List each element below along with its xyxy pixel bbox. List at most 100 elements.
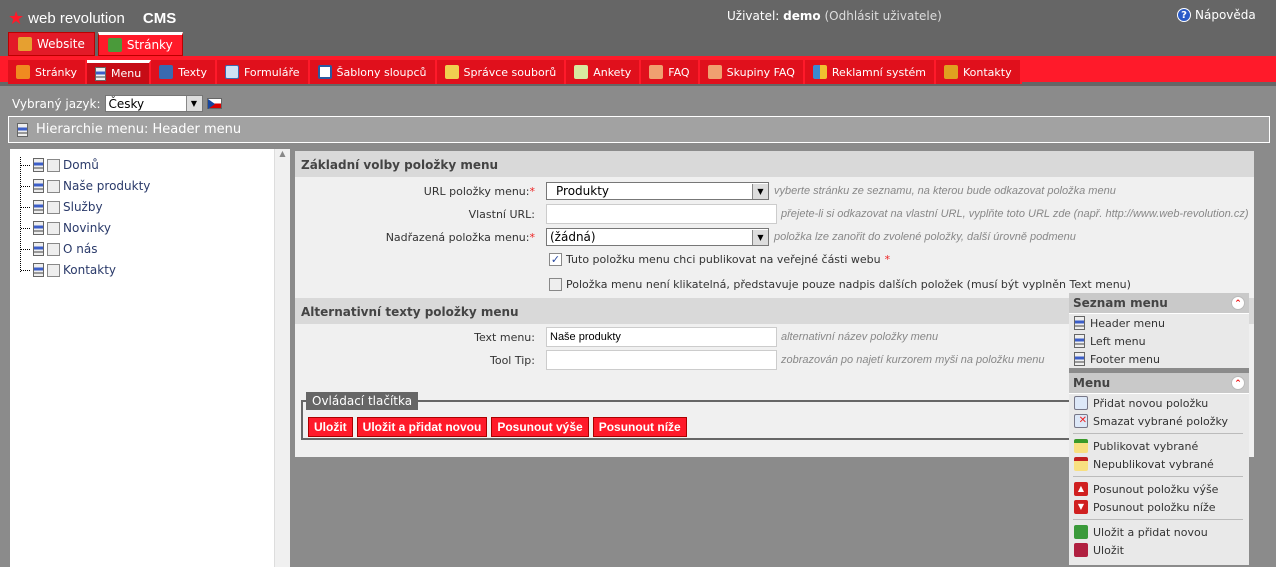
nav-ankety[interactable]: Ankety — [566, 60, 642, 84]
menu-actions-header[interactable]: Menu ⌃ — [1069, 373, 1249, 394]
parent-hint: položka lze zanořit do zvolené položky, … — [774, 231, 1076, 243]
parent-select[interactable]: (žádná) ▼ — [546, 228, 769, 246]
nav-stranky[interactable]: Stránky — [8, 60, 88, 84]
nav-skupiny-faq[interactable]: Skupiny FAQ — [699, 60, 805, 84]
item-label: Posunout položku výše — [1093, 482, 1219, 496]
action-unpublish[interactable]: Nepublikovat vybrané — [1069, 455, 1249, 473]
action-save-and-add[interactable]: Uložit a přidat novou — [1069, 523, 1249, 541]
not-clickable-label: Položka menu není klikatelná, představuj… — [566, 278, 1131, 291]
tree-checkbox[interactable] — [47, 158, 60, 172]
chevron-down-icon: ▼ — [752, 229, 768, 245]
user-info: Uživatel: demo (Odhlásit uživatele) — [727, 9, 942, 23]
tab-stranky[interactable]: Stránky — [97, 32, 183, 56]
action-delete-selected[interactable]: ✕ Smazat vybrané položky — [1069, 412, 1249, 430]
logout-link[interactable]: (Odhlásit uživatele) — [824, 9, 941, 23]
menu-list-item[interactable]: Footer menu — [1069, 350, 1249, 368]
book-icon — [159, 65, 174, 79]
help-link[interactable]: ? Nápověda — [1177, 8, 1256, 22]
custom-url-input[interactable] — [546, 204, 777, 224]
action-move-down[interactable]: ▼ Posunout položku níže — [1069, 498, 1249, 516]
tree-checkbox[interactable] — [47, 242, 60, 256]
action-publish[interactable]: Publikovat vybrané — [1069, 437, 1249, 455]
menu-icon — [33, 263, 44, 277]
tree-checkbox[interactable] — [47, 200, 60, 214]
publish-checkbox[interactable]: ✓ — [549, 253, 562, 266]
menu-list-title: Seznam menu — [1073, 296, 1168, 310]
action-add-item[interactable]: Přidat novou položku — [1069, 394, 1249, 412]
chevron-down-icon: ▼ — [185, 96, 202, 111]
nav-sablony[interactable]: Šablony sloupců — [309, 60, 437, 84]
url-select[interactable]: Produkty ▼ — [546, 182, 769, 200]
save-and-add-button[interactable]: Uložit a přidat novou — [356, 417, 488, 437]
tree-item[interactable]: Naše produkty — [21, 179, 150, 193]
text-menu-hint: alternativní název položky menu — [781, 331, 939, 343]
action-save[interactable]: Uložit — [1069, 541, 1249, 559]
parent-label: Nadřazená položka menu:* — [295, 231, 535, 244]
divider — [1073, 433, 1243, 434]
nav-label: Texty — [178, 65, 207, 79]
nav-texty[interactable]: Texty — [151, 60, 217, 84]
controls-legend: Ovládací tlačítka — [306, 392, 419, 410]
collapse-icon[interactable]: ⌃ — [1231, 296, 1245, 310]
tree-checkbox[interactable] — [47, 179, 60, 193]
publish-option[interactable]: ✓ Tuto položku menu chci publikovat na ve… — [549, 253, 890, 266]
item-label: Header menu — [1090, 316, 1165, 330]
collapse-icon[interactable]: ⌃ — [1231, 376, 1245, 390]
module-nav: Stránky Menu Texty Formuláře Šablony slo… — [8, 60, 1022, 84]
move-down-button[interactable]: Posunout níže — [592, 417, 687, 437]
menu-icon — [95, 66, 107, 81]
nav-kontakty[interactable]: Kontakty — [936, 60, 1022, 84]
nav-faq[interactable]: FAQ — [641, 60, 700, 84]
item-label: Přidat novou položku — [1093, 396, 1209, 410]
item-label: Uložit a přidat novou — [1093, 525, 1208, 539]
faq-icon — [649, 65, 664, 79]
arrow-down-icon: ▼ — [1074, 500, 1088, 514]
language-select[interactable]: Česky ▼ — [104, 95, 203, 112]
logo-star-icon: ★ — [8, 8, 25, 28]
menu-list-item[interactable]: Left menu — [1069, 332, 1249, 350]
text-menu-input[interactable] — [546, 327, 777, 347]
page-background-strip — [1254, 149, 1276, 567]
tooltip-input[interactable] — [546, 350, 777, 370]
tree-item[interactable]: Kontakty — [21, 263, 116, 277]
nav-label: Formuláře — [244, 65, 300, 79]
menu-icon — [33, 242, 44, 256]
tree-scrollbar[interactable]: ▲ — [274, 149, 290, 567]
tree-item[interactable]: Novinky — [21, 221, 111, 235]
menu-icon — [33, 158, 44, 172]
save-green-icon — [1074, 525, 1088, 539]
save-icon — [1074, 543, 1088, 557]
add-item-icon — [1074, 396, 1088, 410]
user-label: Uživatel: — [727, 9, 780, 23]
menu-icon — [1074, 316, 1085, 330]
move-up-button[interactable]: Posunout výše — [491, 417, 589, 437]
hierarchy-header: Hierarchie menu: Header menu — [8, 116, 1270, 143]
divider — [1073, 476, 1243, 477]
nav-label: FAQ — [668, 65, 690, 79]
save-button[interactable]: Uložit — [308, 417, 353, 437]
publish-label: Tuto položku menu chci publikovat na veř… — [566, 253, 881, 266]
tree-checkbox[interactable] — [47, 263, 60, 277]
item-label: Footer menu — [1090, 352, 1160, 366]
menu-list-header[interactable]: Seznam menu ⌃ — [1069, 293, 1249, 314]
nav-formulare[interactable]: Formuláře — [217, 60, 310, 84]
tree-checkbox[interactable] — [47, 221, 60, 235]
help-label: Nápověda — [1195, 8, 1256, 22]
not-clickable-option[interactable]: Položka menu není klikatelná, představuj… — [549, 278, 1131, 291]
page-title: Hierarchie menu: Header menu — [36, 122, 242, 137]
tree-item[interactable]: Služby — [21, 200, 103, 214]
not-clickable-checkbox[interactable] — [549, 278, 562, 291]
nav-menu[interactable]: Menu — [87, 60, 152, 84]
tab-website[interactable]: Website — [8, 32, 95, 56]
unpublish-icon — [1074, 457, 1088, 471]
folder-icon — [444, 65, 459, 79]
nav-spravce-souboru[interactable]: Správce souborů — [436, 60, 567, 84]
nav-reklamni-system[interactable]: Reklamní systém — [804, 60, 936, 84]
action-move-up[interactable]: ▲ Posunout položku výše — [1069, 480, 1249, 498]
tree-label: Novinky — [63, 221, 111, 235]
label-text: URL položky menu: — [423, 185, 530, 198]
menu-list-item[interactable]: Header menu — [1069, 314, 1249, 332]
language-label: Vybraný jazyk: — [12, 96, 101, 111]
tree-item[interactable]: O nás — [21, 242, 97, 256]
tree-item[interactable]: Domů — [21, 158, 99, 172]
